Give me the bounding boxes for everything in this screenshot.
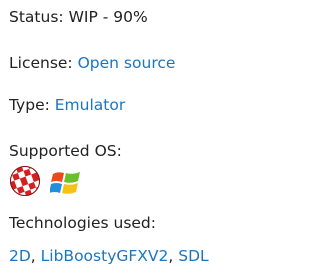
technology-link-2d[interactable]: 2D [9,247,31,265]
supported-os-icons [9,165,249,197]
type-link[interactable]: Emulator [55,96,125,114]
license-link[interactable]: Open source [78,54,176,72]
technologies-label: Technologies used: [9,214,156,232]
technology-link-sdl[interactable]: SDL [178,247,208,265]
license-line: License: Open source [9,53,175,73]
status-value: WIP - 90% [68,8,148,26]
windows-logo-icon[interactable] [50,169,82,197]
supported-os-heading: Supported OS: [9,141,122,161]
technology-separator: , [168,247,179,265]
type-line: Type: Emulator [9,95,125,115]
technology-separator: , [30,247,41,265]
type-label: Type: [9,96,50,114]
technology-link-libboostygfxv2[interactable]: LibBoostyGFXV2 [41,247,169,265]
amiga-boing-ball-icon[interactable] [9,165,41,197]
supported-os-label: Supported OS: [9,142,122,160]
status-label: Status: [9,8,64,26]
technologies-heading: Technologies used: [9,213,156,233]
technologies-list: 2D, LibBoostyGFXV2, SDL [9,246,209,266]
license-label: License: [9,54,73,72]
status-line: Status: WIP - 90% [9,7,148,27]
